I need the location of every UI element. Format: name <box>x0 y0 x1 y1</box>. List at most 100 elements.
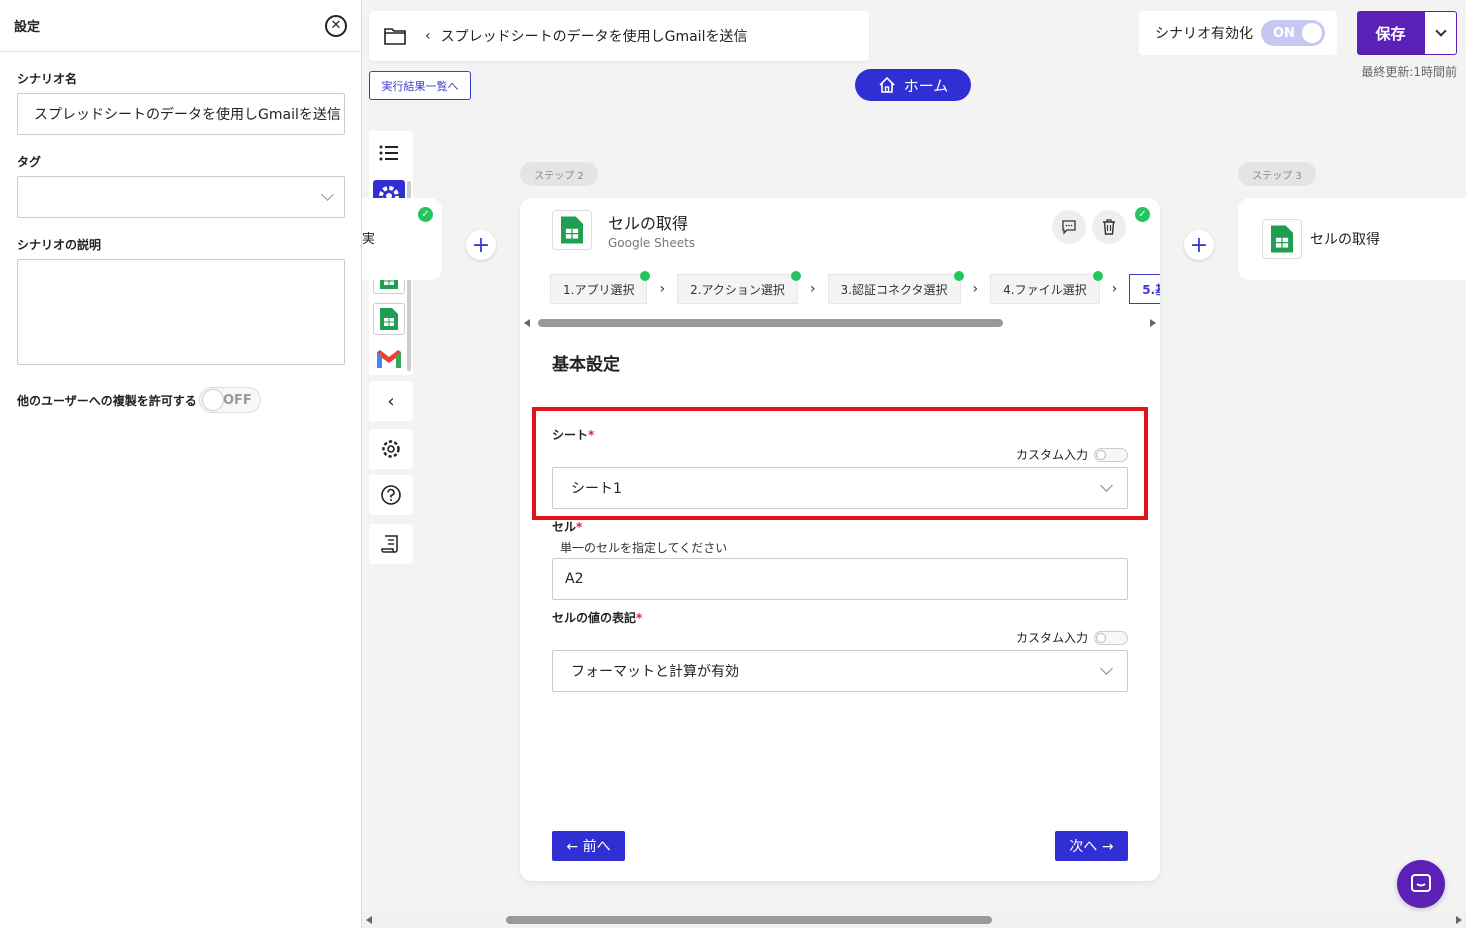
settings-button[interactable] <box>369 429 413 469</box>
settings-title: 設定 <box>14 20 41 35</box>
check-icon <box>790 271 801 281</box>
scroll-right-arrow[interactable] <box>1456 916 1462 924</box>
home-icon <box>879 76 895 93</box>
step-subtitle: Google Sheets <box>608 236 696 250</box>
help-button[interactable] <box>369 475 413 515</box>
scroll-thumb[interactable] <box>506 916 992 924</box>
description-textarea[interactable] <box>17 259 345 365</box>
value-format-value: フォーマットと計算が有効 <box>571 664 739 680</box>
label-text: セル <box>552 520 577 534</box>
check-icon <box>640 271 651 281</box>
check-icon <box>1092 271 1103 281</box>
step-3-pill: ステップ 3 <box>1238 162 1316 186</box>
tab-label: 3.認証コネクタ選択 <box>840 282 948 297</box>
custom-input-label: カスタム入力 <box>1015 631 1088 645</box>
value-format-label: セルの値の表記* <box>552 609 642 626</box>
scenario-name-label: シナリオ名 <box>17 72 78 86</box>
scenario-name-input[interactable]: スプレッドシートのデータを使用しGmailを送信 <box>17 93 345 135</box>
collapse-toolbar-button[interactable]: ‹ <box>369 381 413 421</box>
required-mark: * <box>636 611 643 625</box>
scroll-thumb[interactable] <box>538 319 1003 327</box>
home-button[interactable]: ホーム <box>855 69 971 101</box>
log-button[interactable] <box>369 524 413 564</box>
comment-icon <box>1062 220 1076 235</box>
check-icon: ✓ <box>418 207 433 222</box>
tabs-scrollbar[interactable] <box>524 319 1156 327</box>
toggle-knob <box>201 389 224 411</box>
cell-label: セル* <box>552 518 582 535</box>
chevron-right-icon: › <box>659 281 666 297</box>
tab-label: 2.アクション選択 <box>690 282 785 297</box>
toggle-state: OFF <box>222 392 252 408</box>
last-updated: 最終更新:1時間前 <box>1361 65 1457 79</box>
description-label: シナリオの説明 <box>17 238 102 252</box>
close-icon[interactable]: ✕ <box>325 14 347 37</box>
save-button[interactable]: 保存 <box>1357 11 1424 55</box>
settings-panel: 設定 ✕ シナリオ名 スプレッドシートのデータを使用しGmailを送信 タグ シ… <box>0 0 362 928</box>
tab-action-select[interactable]: 2.アクション選択 <box>677 271 801 304</box>
toggle-state: ON <box>1273 25 1295 41</box>
gmail-step-icon[interactable] <box>373 343 405 375</box>
chevron-right-icon: › <box>972 281 979 297</box>
enable-label: シナリオ有効化 <box>1155 26 1253 42</box>
scroll-right-arrow[interactable] <box>1150 319 1156 327</box>
prev-button[interactable]: ← 前へ <box>552 831 625 861</box>
results-list-link[interactable]: 実行結果一覧へ <box>369 71 471 100</box>
scroll-left-arrow[interactable] <box>366 916 372 924</box>
add-step-button[interactable]: + <box>466 230 496 260</box>
google-sheets-icon <box>552 210 592 250</box>
back-chevron-icon[interactable]: ‹ <box>425 28 431 44</box>
comment-button[interactable] <box>1052 210 1086 244</box>
copy-permission-toggle[interactable]: OFF <box>198 387 261 413</box>
prev-card-label: 実 <box>362 232 376 247</box>
trash-icon <box>1103 219 1115 235</box>
toggle-knob <box>1096 632 1106 643</box>
tag-label: タグ <box>17 155 42 169</box>
scenario-enable-box: シナリオ有効化 ON <box>1139 11 1337 55</box>
gear-icon <box>382 440 400 458</box>
chevron-down-icon <box>321 188 334 201</box>
chevron-right-icon: › <box>1111 281 1118 297</box>
enable-toggle[interactable]: ON <box>1261 20 1325 46</box>
breadcrumb-title: スプレッドシートのデータを使用しGmailを送信 <box>440 29 748 45</box>
google-sheets-step-icon[interactable] <box>373 303 405 335</box>
canvas-horizontal-scrollbar[interactable] <box>362 912 1466 928</box>
scroll-left-arrow[interactable] <box>524 319 530 327</box>
google-sheets-icon <box>1262 219 1302 259</box>
chat-icon <box>1411 874 1431 892</box>
tag-select[interactable] <box>17 176 345 218</box>
scroll-document-icon <box>381 535 398 553</box>
tab-label: 4.ファイル選択 <box>1003 282 1087 297</box>
cell-hint: 単一のセルを指定してください <box>560 541 728 555</box>
save-dropdown-button[interactable] <box>1424 11 1457 55</box>
step-header: セルの取得 Google Sheets <box>552 210 695 250</box>
next-step-card[interactable]: セルの取得 <box>1238 198 1466 280</box>
help-icon <box>381 485 401 505</box>
settings-header: 設定 ✕ <box>0 0 361 52</box>
value-format-custom-input-row: カスタム入力 <box>1016 629 1128 646</box>
highlight-box <box>532 407 1148 520</box>
value-format-custom-input-toggle[interactable] <box>1094 630 1128 645</box>
add-step-button[interactable]: + <box>1184 230 1214 260</box>
tab-file-select[interactable]: 4.ファイル選択 <box>990 271 1103 304</box>
list-icon[interactable] <box>373 137 405 169</box>
step-2-pill: ステップ 2 <box>520 162 598 186</box>
next-button[interactable]: 次へ → <box>1055 831 1128 861</box>
delete-step-button[interactable] <box>1092 210 1126 244</box>
chevron-down-icon <box>1100 662 1113 675</box>
required-mark: * <box>576 520 583 534</box>
folder-icon[interactable] <box>383 26 407 46</box>
check-icon <box>953 271 964 281</box>
toggle-knob <box>1302 23 1322 43</box>
tab-basic-settings[interactable]: 5.基本設 <box>1129 274 1160 304</box>
check-icon: ✓ <box>1135 207 1150 222</box>
chevron-right-icon: › <box>809 281 816 297</box>
chevron-left-icon: ‹ <box>387 390 395 412</box>
section-title: 基本設定 <box>552 355 620 375</box>
cell-input[interactable]: A2 <box>552 558 1128 600</box>
chat-support-button[interactable] <box>1397 860 1445 908</box>
tab-connector-select[interactable]: 3.認証コネクタ選択 <box>827 271 964 304</box>
value-format-select[interactable]: フォーマットと計算が有効 <box>552 650 1128 692</box>
chevron-down-icon <box>1434 25 1447 37</box>
tab-app-select[interactable]: 1.アプリ選択 <box>550 271 651 304</box>
